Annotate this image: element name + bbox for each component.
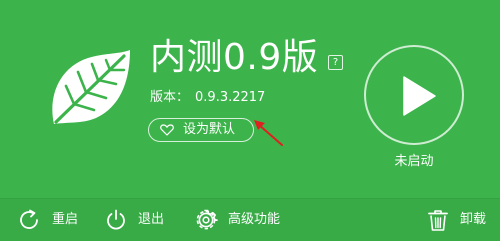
start-button[interactable]	[364, 45, 464, 145]
set-default-label: 设为默认	[183, 122, 236, 137]
version-info: 版本： 0.9.3.2217	[150, 90, 265, 106]
restart-icon	[20, 209, 38, 229]
gear-icon	[196, 209, 218, 230]
leaf-logo-icon	[52, 50, 130, 124]
trash-icon	[428, 210, 448, 231]
main-panel: 内测0.9版 ? 版本： 0.9.3.2217 设为默认 未启动	[0, 0, 500, 198]
heart-icon	[160, 124, 174, 136]
power-icon	[107, 209, 125, 230]
uninstall-button[interactable]: 卸载	[426, 199, 496, 241]
help-icon[interactable]: ?	[328, 55, 343, 70]
version-value: 0.9.3.2217	[195, 90, 266, 105]
annotation-arrow-icon	[254, 120, 283, 146]
uninstall-label: 卸载	[460, 212, 487, 227]
play-icon	[403, 76, 436, 116]
app-window: 内测0.9版 ? 版本： 0.9.3.2217 设为默认 未启动 重启 退出 高…	[0, 0, 500, 241]
advanced-settings-button[interactable]: 高级功能	[194, 199, 294, 241]
advanced-label: 高级功能	[228, 212, 281, 227]
exit-label: 退出	[138, 212, 165, 227]
set-default-button[interactable]: 设为默认	[148, 118, 254, 142]
restart-label: 重启	[52, 212, 79, 227]
exit-button[interactable]: 退出	[104, 199, 174, 241]
restart-button[interactable]: 重启	[18, 199, 88, 241]
bottom-toolbar: 重启 退出 高级功能 卸载	[0, 198, 500, 241]
version-label: 版本：	[150, 90, 190, 105]
app-title: 内测0.9版	[150, 37, 319, 78]
status-text: 未启动	[394, 154, 434, 169]
